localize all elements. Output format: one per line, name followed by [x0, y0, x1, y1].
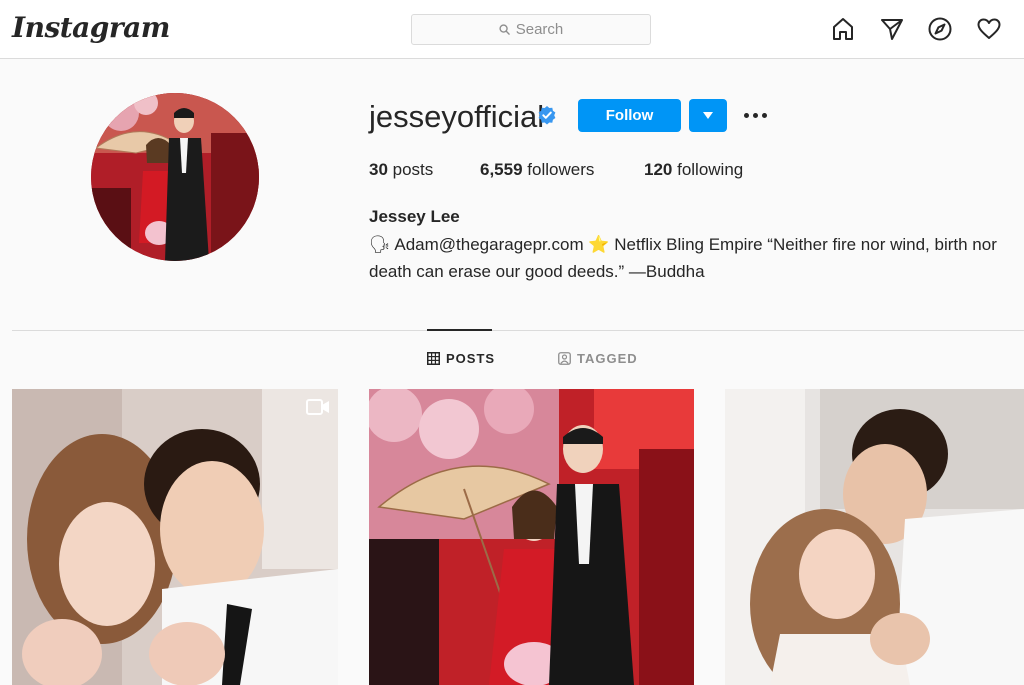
search-input[interactable]: Search	[411, 14, 651, 45]
dot-icon	[752, 112, 758, 118]
tab-posts-label: POSTS	[446, 351, 496, 366]
posts-count: 30 posts	[369, 159, 433, 181]
following-count-value: 120	[644, 160, 673, 179]
following-link[interactable]: 120 following	[644, 159, 743, 181]
tab-posts[interactable]: POSTS	[427, 351, 495, 366]
followers-link[interactable]: 6,559 followers	[480, 159, 594, 181]
follow-button[interactable]: Follow	[578, 99, 681, 132]
top-nav-bar: Instagram Search	[0, 0, 1024, 59]
profile-username: jesseyofficial	[369, 99, 545, 134]
activity-heart-icon[interactable]	[976, 16, 1002, 42]
more-options-button[interactable]	[740, 104, 770, 126]
search-icon	[499, 24, 510, 35]
instagram-logo[interactable]: Instagram	[12, 11, 170, 44]
posts-count-label: posts	[387, 160, 434, 179]
home-icon[interactable]	[830, 16, 856, 42]
grid-icon	[427, 352, 440, 365]
post-thumbnail[interactable]	[369, 389, 694, 685]
search-placeholder: Search	[515, 21, 564, 38]
direct-message-icon[interactable]	[879, 16, 905, 42]
posts-count-value: 30	[369, 160, 388, 179]
dot-icon	[743, 112, 749, 118]
profile-full-name: Jessey Lee	[369, 207, 460, 226]
tab-tagged[interactable]: TAGGED	[558, 351, 638, 366]
explore-compass-icon[interactable]	[927, 16, 953, 42]
bio-line: death can erase our good deeds.” —Buddha	[369, 262, 705, 281]
post-thumbnail[interactable]	[12, 389, 338, 685]
active-tab-indicator	[427, 329, 492, 331]
followers-count-value: 6,559	[480, 160, 523, 179]
dot-icon	[761, 112, 767, 118]
suggested-accounts-dropdown-button[interactable]	[689, 99, 727, 132]
following-label: following	[672, 160, 744, 179]
tagged-user-icon	[558, 352, 571, 365]
post-thumbnail[interactable]	[725, 389, 1024, 685]
profile-avatar[interactable]	[91, 93, 259, 261]
followers-label: followers	[522, 160, 595, 179]
profile-bio: 🗣 Adam@thegaragepr.com ⭐ Netflix Bling E…	[369, 231, 1024, 285]
caret-down-icon	[703, 112, 713, 119]
video-camera-icon	[306, 399, 329, 415]
tab-tagged-label: TAGGED	[577, 351, 638, 366]
bio-line: 🗣 Adam@thegaragepr.com ⭐ Netflix Bling E…	[369, 235, 997, 254]
tabs-divider	[12, 330, 1024, 331]
verified-badge-icon	[537, 105, 557, 125]
